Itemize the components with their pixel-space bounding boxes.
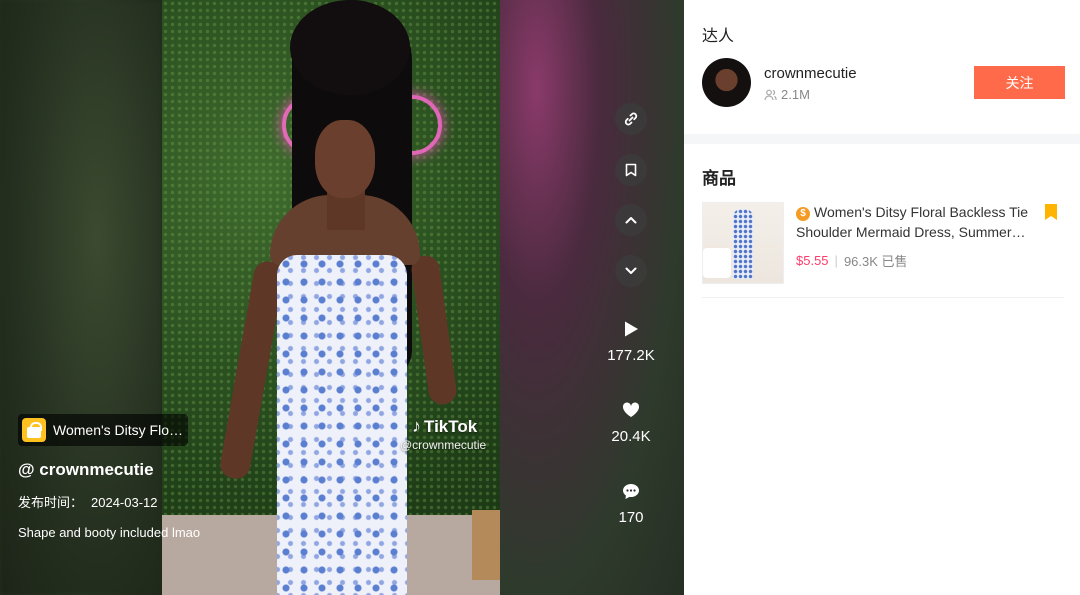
like-count-value: 20.4K — [611, 428, 651, 445]
bookmark-icon — [625, 163, 637, 177]
watermark-brand: TikTok — [424, 416, 478, 436]
creator-name[interactable]: crownmecutie — [764, 65, 857, 82]
tiktok-watermark: ♪ TikTok @crownmecutie — [400, 416, 486, 452]
creator-section-title: 达人 — [702, 28, 735, 45]
product-sold-count: 96.3K 已售 — [843, 254, 908, 269]
follow-button[interactable]: 关注 — [974, 66, 1065, 99]
avatar[interactable] — [702, 58, 751, 107]
like-count[interactable]: 20.4K — [600, 399, 662, 445]
publish-info: 发布时间： 2024-03-12 — [18, 492, 158, 511]
bookmark-flag-icon[interactable] — [1045, 204, 1057, 220]
video-player[interactable]: ♪ TikTok @crownmecutie Women's Ditsy Flo… — [0, 0, 684, 595]
product-image-sofa — [703, 248, 731, 278]
watermark-handle: @crownmecutie — [400, 438, 487, 452]
publish-label: 发布时间： — [18, 495, 84, 510]
chevron-up-icon — [625, 217, 637, 224]
product-price-row: $5.55 | 96.3K 已售 — [796, 251, 908, 270]
creator-section: 达人 crownmecutie 2.1M 关注 — [684, 0, 1080, 134]
bookmark-button[interactable] — [615, 154, 647, 186]
dollar-icon: $ — [796, 207, 810, 221]
details-panel: 达人 crownmecutie 2.1M 关注 商品 $ Women's Dits… — [684, 0, 1080, 595]
shopping-bag-icon — [22, 418, 46, 442]
products-section: 商品 $ Women's Ditsy Floral Backless Tie Sh… — [684, 144, 1080, 595]
heart-icon — [622, 402, 640, 417]
product-tag[interactable]: Women's Ditsy Floral Backless Tie Should… — [18, 414, 188, 446]
product-image-model — [733, 209, 753, 279]
product-title[interactable]: $ Women's Ditsy Floral Backless Tie Shoul… — [796, 202, 1036, 242]
product-title-text: Women's Ditsy Floral Backless Tie Should… — [796, 204, 1029, 240]
floral-dress — [277, 255, 407, 595]
next-video-button[interactable] — [615, 255, 647, 287]
divider — [702, 297, 1064, 298]
followers-icon — [764, 89, 777, 100]
play-icon — [625, 321, 638, 337]
play-count[interactable]: 177.2K — [600, 318, 662, 364]
video-frame[interactable] — [162, 0, 500, 595]
comment-count[interactable]: 170 — [600, 480, 662, 526]
product-price: $5.55 — [796, 253, 829, 268]
face — [315, 120, 375, 198]
product-tag-label: Women's Ditsy Floral Backless Tie Should… — [53, 422, 183, 438]
tiktok-note-icon: ♪ — [412, 416, 421, 436]
previous-video-button[interactable] — [615, 204, 647, 236]
product-image[interactable] — [702, 202, 784, 284]
products-section-title: 商品 — [702, 169, 736, 188]
copy-link-button[interactable] — [615, 103, 647, 135]
link-icon — [624, 112, 638, 126]
chevron-down-icon — [625, 267, 637, 274]
price-separator: | — [834, 253, 838, 268]
video-caption: Shape and booty included lmao — [18, 525, 201, 540]
hair-bun — [290, 0, 410, 95]
publish-date: 2024-03-12 — [91, 495, 158, 510]
follower-count: 2.1M — [764, 87, 810, 102]
comment-count-value: 170 — [618, 509, 644, 526]
author-handle[interactable]: @ crownmecutie — [18, 460, 154, 480]
play-count-value: 177.2K — [607, 347, 655, 364]
comment-icon — [623, 483, 639, 499]
cardboard-box — [472, 510, 500, 580]
follower-count-value: 2.1M — [781, 87, 810, 102]
